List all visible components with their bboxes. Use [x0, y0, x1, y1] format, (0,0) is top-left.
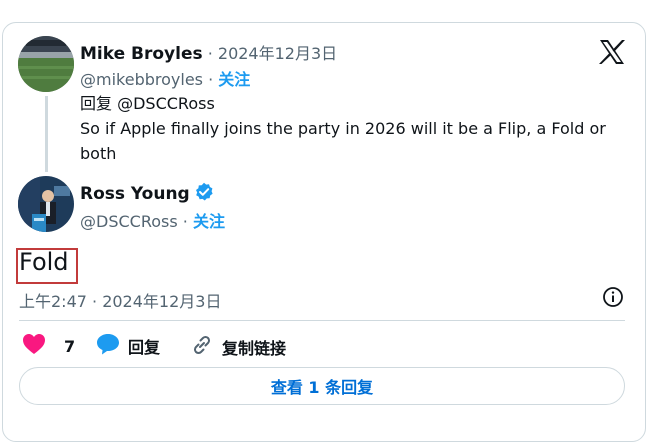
heart-icon [22, 333, 46, 359]
handle-separator: · [203, 70, 219, 89]
view-replies-button[interactable]: 查看 1 条回复 [19, 367, 625, 405]
reply-bubble-icon [96, 333, 120, 359]
view-replies-label: 查看 1 条回复 [270, 378, 374, 397]
handle-separator: · [177, 212, 193, 231]
reply-to-line: 回复 @DSCCRoss [80, 90, 215, 114]
verified-badge-icon [194, 182, 214, 206]
thread-connector-line [45, 96, 48, 172]
copy-link-label: 复制链接 [222, 339, 287, 358]
parent-handle-row: @mikebbroyles · 关注 [80, 66, 250, 90]
divider [19, 320, 625, 321]
like-button[interactable]: 7 [22, 333, 75, 359]
reply-to-handle[interactable]: @DSCCRoss [117, 94, 215, 113]
parent-tweet-text: So if Apple finally joins the party in 2… [80, 119, 606, 163]
main-handle-row: @DSCCRoss · 关注 [80, 208, 225, 232]
author-name[interactable]: Mike Broyles [80, 44, 203, 64]
follow-button[interactable]: 关注 [193, 212, 225, 231]
tweet-timestamp[interactable]: 上午2:47 · 2024年12月3日 [19, 288, 221, 312]
reply-to-prefix: 回复 [80, 94, 118, 113]
like-count: 7 [64, 336, 76, 356]
parent-tweet-header: Mike Broyles · 2024年12月3日 [80, 40, 337, 64]
reply-button[interactable]: 回复 [96, 333, 160, 359]
main-tweet-header: Ross Young [80, 182, 214, 206]
date-separator: · [202, 44, 218, 63]
tweet-date[interactable]: 2024年12月3日 [218, 44, 337, 63]
highlight-box [16, 248, 78, 284]
reply-label: 回复 [128, 338, 161, 357]
avatar-mike-broyles[interactable] [18, 36, 74, 92]
author-name[interactable]: Ross Young [80, 184, 190, 204]
author-handle[interactable]: @DSCCRoss [80, 212, 178, 231]
link-icon [190, 333, 214, 361]
x-logo-icon[interactable] [598, 39, 626, 69]
avatar-ross-young[interactable] [18, 176, 74, 232]
info-icon[interactable] [602, 286, 624, 312]
follow-button[interactable]: 关注 [218, 70, 250, 89]
copy-link-button[interactable]: 复制链接 [190, 333, 286, 361]
author-handle[interactable]: @mikebbroyles [80, 70, 203, 89]
